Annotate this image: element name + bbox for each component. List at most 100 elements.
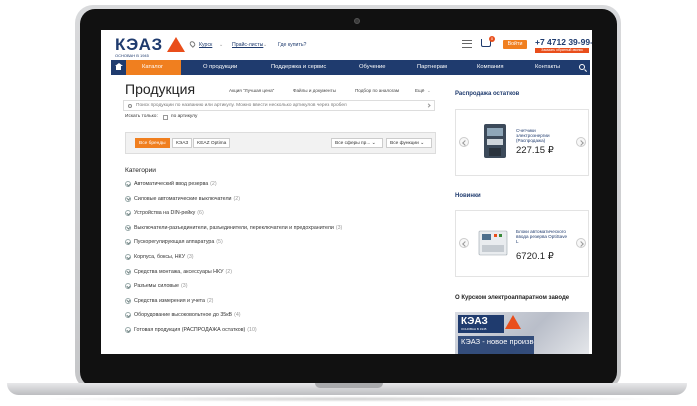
category-name[interactable]: Силовые автоматические выключатели (2) [134, 195, 240, 203]
chevron-down-icon[interactable] [125, 253, 131, 260]
category-row[interactable]: Устройства на DIN-рейку (6) [125, 209, 445, 224]
category-count: (10) [247, 326, 257, 333]
spheres-select[interactable]: Все сферы пр... ⌄ [331, 138, 383, 148]
compare-list-icon[interactable] [462, 40, 472, 48]
category-row[interactable]: Средства измерения и учета (2) [125, 297, 445, 312]
new-product-card[interactable]: Блоки автоматического ввода резерва Opti… [455, 210, 589, 277]
sale-product-name[interactable]: Счетчики электроэнергии (Распродажа) [516, 128, 568, 143]
avr-block-image [478, 230, 508, 256]
chevron-down-icon[interactable] [125, 210, 131, 217]
search-icon [128, 103, 132, 108]
category-name[interactable]: Готовая продукция (РАСПРОДАЖА остатков)(… [134, 326, 257, 334]
category-row[interactable]: Оборудование высоковольтное до 35кВ (4) [125, 311, 445, 326]
article-only-checkbox[interactable] [163, 114, 168, 120]
cart-count-badge: 0 [489, 36, 495, 42]
category-label: Разъемы силовые [134, 283, 180, 290]
nav-item-catalog[interactable]: Каталог [142, 60, 163, 75]
search-only-label: Искать только: [125, 114, 158, 119]
screen: КЭАЗ ОСНОВАН В 1945 Курск ⌄ Прайс-листы … [101, 30, 592, 354]
category-name[interactable]: Автоматический ввод резерва (2) [134, 180, 217, 188]
category-row[interactable]: Автоматический ввод резерва (2) [125, 180, 445, 195]
price-lists-chevron-icon: ⌄ [263, 42, 268, 48]
where-to-buy-link[interactable]: Где купить? [278, 42, 306, 48]
category-label: Выключатели-разъединители, разъединители… [134, 224, 334, 231]
brand-tab-keaz-optima[interactable]: KEAZ Optima [193, 138, 231, 148]
brand-tab-keaz[interactable]: КЭАЗ [172, 138, 193, 148]
phone-number[interactable]: +7 4712 39-99-11 [535, 37, 592, 47]
new-product-name[interactable]: Блоки автоматического ввода резерва Opti… [516, 229, 568, 244]
chevron-down-icon[interactable] [125, 181, 131, 187]
quick-link-more[interactable]: Ещё [415, 88, 424, 93]
nav-item-products[interactable]: О продукции [203, 60, 237, 75]
category-row[interactable]: Разъемы силовые (3) [125, 282, 445, 297]
category-name[interactable]: Разъемы силовые (3) [134, 282, 188, 290]
city-selector[interactable]: Курск [199, 42, 212, 48]
nav-search-icon[interactable] [579, 64, 585, 70]
category-label: Корпуса, боксы, НКУ [134, 253, 186, 260]
category-row[interactable]: Пускорегулирующая аппаратура (5) [125, 238, 445, 253]
category-count: (4) [234, 312, 241, 319]
category-name[interactable]: Пускорегулирующая аппаратура (5) [134, 238, 223, 246]
plant-logo-text: КЭАЗ [461, 316, 488, 327]
nav-item-training[interactable]: Обучение [359, 60, 386, 75]
electricity-meter-image [484, 124, 506, 158]
category-count: (6) [197, 210, 204, 217]
category-count: (2) [225, 268, 232, 275]
category-name[interactable]: Выключатели-разъединители, разъединители… [134, 224, 342, 232]
brand-filter-panel: Все бренды КЭАЗ KEAZ Optima Все сферы пр… [125, 132, 436, 154]
category-name[interactable]: Средства монтажа, аксессуары НКУ (2) [134, 268, 232, 276]
logo-subtitle: ОСНОВАН В 1945 [115, 53, 149, 58]
article-only-label: по артикулу [171, 114, 198, 119]
category-row[interactable]: Выключатели-разъединители, разъединители… [125, 224, 445, 239]
site-logo[interactable]: КЭАЗ ОСНОВАН В 1945 [115, 36, 191, 58]
chevron-down-icon[interactable] [125, 195, 131, 202]
laptop-notch [315, 383, 383, 388]
category-row[interactable]: Силовые автоматические выключатели (2) [125, 195, 445, 210]
category-row[interactable]: Корпуса, боксы, НКУ (3) [125, 253, 445, 268]
nav-item-partners[interactable]: Партнерам [417, 60, 447, 75]
nav-item-contacts[interactable]: Контакты [535, 60, 560, 75]
category-name[interactable]: Оборудование высоковольтное до 35кВ (4) [134, 311, 241, 319]
laptop-shadow [30, 396, 670, 402]
page-title: Продукция [125, 81, 196, 97]
sale-next-arrow-icon[interactable] [576, 137, 586, 147]
chevron-down-icon[interactable] [125, 239, 131, 246]
callback-button[interactable]: Заказать обратный звонок [535, 48, 589, 53]
functions-select[interactable]: Все функции ⌄ [386, 138, 432, 148]
brand-tab-all[interactable]: Все бренды [135, 138, 170, 148]
chevron-down-icon[interactable] [125, 224, 131, 231]
chevron-down-icon[interactable] [125, 312, 131, 319]
quick-link-files[interactable]: Файлы и документы [293, 88, 336, 93]
category-name[interactable]: Средства измерения и учета (2) [134, 297, 213, 305]
plant-promo-image[interactable]: КЭАЗ ОСНОВАН В 1945 КЭАЗ - новое произво… [455, 312, 589, 354]
chevron-down-icon[interactable] [125, 268, 131, 275]
new-prev-arrow-icon[interactable] [459, 238, 469, 248]
login-button[interactable]: Войти [503, 40, 527, 49]
category-row[interactable]: Готовая продукция (РАСПРОДАЖА остатков)(… [125, 326, 445, 341]
nav-item-support[interactable]: Поддержка и сервис [271, 60, 326, 75]
plant-logo-subtitle: ОСНОВАН В 1945 [461, 327, 487, 331]
category-count: (3) [181, 283, 188, 290]
price-lists-link[interactable]: Прайс-листы [232, 42, 263, 48]
home-icon[interactable] [111, 60, 126, 75]
quick-link-best-price[interactable]: Акция "Лучшая цена" [229, 88, 274, 93]
category-row[interactable]: Средства монтажа, аксессуары НКУ (2) [125, 268, 445, 283]
category-count: (2) [210, 181, 217, 187]
sale-product-card[interactable]: Счетчики электроэнергии (Распродажа) 227… [455, 109, 589, 176]
search-submit-icon[interactable] [426, 103, 431, 108]
category-name[interactable]: Устройства на DIN-рейку (6) [134, 209, 204, 217]
category-count: (2) [206, 297, 214, 304]
product-search-input[interactable]: Поиск продукции по названию или артикулу… [123, 100, 435, 111]
quick-link-analogs[interactable]: Подбор по аналогам [355, 88, 399, 93]
chevron-down-icon[interactable] [125, 283, 131, 290]
category-count: (2) [233, 195, 240, 202]
new-next-arrow-icon[interactable] [576, 238, 586, 248]
category-label: Пускорегулирующая аппаратура [134, 239, 215, 246]
category-name[interactable]: Корпуса, боксы, НКУ (3) [134, 253, 194, 261]
category-label: Средства монтажа, аксессуары НКУ [134, 268, 224, 275]
nav-item-company[interactable]: Компания [477, 60, 504, 75]
chevron-down-icon[interactable] [125, 326, 131, 333]
sale-prev-arrow-icon[interactable] [459, 137, 469, 147]
chevron-down-icon[interactable] [125, 297, 131, 304]
more-chevron-icon: ⌄ [427, 88, 431, 93]
